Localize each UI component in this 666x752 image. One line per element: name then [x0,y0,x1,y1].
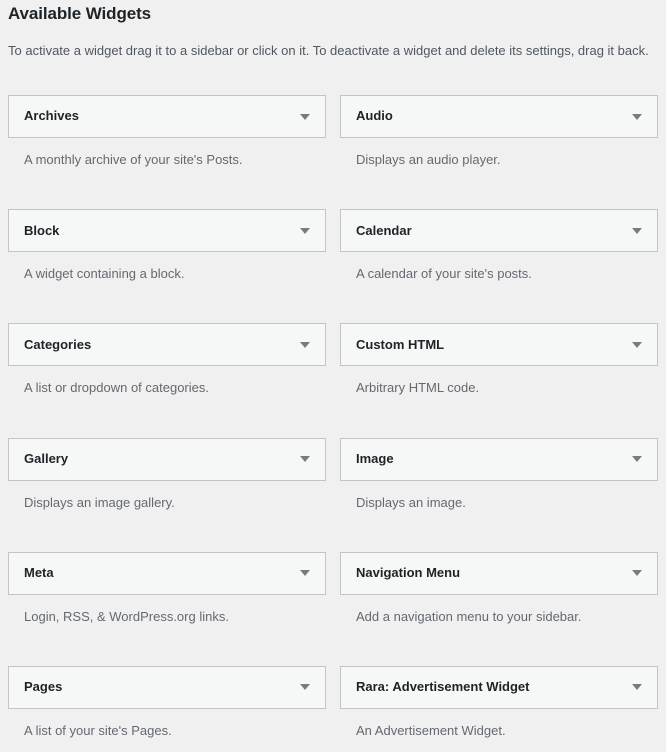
widget-card[interactable]: Categories [8,323,326,367]
chevron-down-glyph [632,684,642,691]
chevron-down-icon[interactable] [295,107,315,127]
widget-block: Custom HTML Arbitrary HTML code. [340,323,658,397]
widget-block: Audio Displays an audio player. [340,95,658,169]
chevron-down-glyph [300,113,310,120]
chevron-down-icon[interactable] [295,563,315,583]
widget-block: Gallery Displays an image gallery. [8,437,326,512]
available-widgets-panel: Available Widgets To activate a widget d… [0,0,666,752]
widget-block: Rara: Advertisement Widget An Advertiseme… [340,665,658,740]
widget-description: A calendar of your site's posts. [356,266,532,282]
chevron-down-icon[interactable] [295,221,315,241]
widget-column-left: Archives A monthly archive of your site's… [8,95,326,752]
widget-description: Displays an image. [356,494,466,510]
chevron-down-glyph [632,113,642,120]
widget-title: Rara: Advertisement Widget [356,679,530,695]
widget-title: Categories [24,336,92,352]
page-description: To activate a widget drag it to a sideba… [8,43,649,58]
chevron-down-glyph [632,341,642,348]
widget-title: Block [24,222,60,238]
widget-title: Pages [24,679,63,695]
widget-card[interactable]: Pages [8,665,326,709]
chevron-down-icon[interactable] [627,335,647,355]
widget-description: A list or dropdown of categories. [24,380,209,396]
widget-card[interactable]: Image [340,437,658,481]
widget-description: Displays an image gallery. [24,494,175,510]
widget-block: Archives A monthly archive of your site's… [8,95,326,169]
widget-description: Arbitrary HTML code. [356,380,480,396]
widget-title: Gallery [24,450,69,466]
widget-title: Meta [24,565,54,581]
chevron-down-glyph [300,570,310,577]
widget-description: A widget containing a block. [24,266,185,282]
chevron-down-glyph [300,227,310,234]
widget-card[interactable]: Navigation Menu [340,551,658,595]
widget-title: Audio [356,108,393,124]
widget-description: Add a navigation menu to your sidebar. [356,608,582,624]
chevron-down-glyph [632,570,642,577]
widget-title: Navigation Menu [356,565,461,581]
chevron-down-icon[interactable] [627,449,647,469]
chevron-down-glyph [632,456,642,463]
widget-description: Login, RSS, & WordPress.org links. [24,608,229,624]
chevron-down-glyph [300,341,310,348]
widget-description: An Advertisement Widget. [356,722,506,738]
widget-column-right: Audio Displays an audio player. Calendar A … [340,95,658,752]
widget-description: A list of your site's Pages. [24,722,172,738]
widget-card[interactable]: Meta [8,551,326,595]
widget-card[interactable]: Custom HTML [340,323,658,367]
widget-description: A monthly archive of your site's Posts. [24,152,243,167]
widget-title: Archives [24,108,79,124]
widget-title: Image [356,450,394,466]
chevron-down-glyph [300,456,310,463]
widget-card[interactable]: Rara: Advertisement Widget [340,665,658,709]
widget-block: Meta Login, RSS, & WordPress.org links. [8,551,326,626]
widget-card[interactable]: Audio [340,95,658,138]
widget-grid: Archives A monthly archive of your site's… [8,95,659,752]
chevron-down-icon[interactable] [627,221,647,241]
widget-title: Custom HTML [356,336,445,352]
widget-block: Image Displays an image. [340,437,658,512]
widget-title: Calendar [356,222,412,238]
widget-block: Pages A list of your site's Pages. [8,665,326,740]
widget-card[interactable]: Calendar [340,209,658,253]
chevron-down-glyph [300,684,310,691]
chevron-down-icon[interactable] [627,107,647,127]
chevron-down-icon[interactable] [295,335,315,355]
page-title: Available Widgets [8,4,151,23]
widget-block: Categories A list or dropdown of categori… [8,323,326,397]
chevron-down-icon[interactable] [295,449,315,469]
widget-description: Displays an audio player. [356,152,501,167]
widget-block: Calendar A calendar of your site's posts. [340,209,658,283]
chevron-down-glyph [632,227,642,234]
chevron-down-icon[interactable] [627,677,647,697]
widget-block: Navigation Menu Add a navigation menu to … [340,551,658,626]
widget-block: Block A widget containing a block. [8,209,326,283]
chevron-down-icon[interactable] [295,677,315,697]
widget-card[interactable]: Archives [8,95,326,138]
widget-card[interactable]: Block [8,209,326,253]
chevron-down-icon[interactable] [627,563,647,583]
widget-card[interactable]: Gallery [8,437,326,481]
